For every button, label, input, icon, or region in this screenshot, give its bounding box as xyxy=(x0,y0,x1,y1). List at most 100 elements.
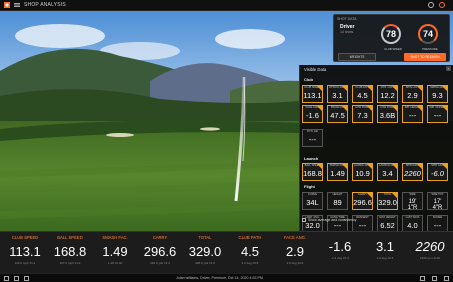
metric-value: 1.49 xyxy=(102,244,128,259)
checkbox-icon[interactable] xyxy=(302,218,306,223)
metric-value: 4.5 xyxy=(240,244,260,259)
metric-value: 3.1 xyxy=(375,239,395,254)
data-tile[interactable]: IMP. HEIGHT --- xyxy=(402,105,423,123)
data-tile[interactable]: IMP. OFFSET --- xyxy=(427,105,448,123)
metric-value: 2.9 xyxy=(285,244,305,259)
metric-label: SMASH FAC. xyxy=(102,235,128,240)
bottom-metric[interactable]: 2260 2400 rpm ±120 xyxy=(409,235,451,271)
data-tile[interactable]: CLUB SPEED 113.1 xyxy=(302,85,323,103)
tile-corner-marker xyxy=(342,106,347,111)
tile-value: 17' 4"R xyxy=(432,199,443,210)
camera-icon[interactable] xyxy=(14,276,19,281)
metric-stats: 1.48 ±0.02 xyxy=(107,261,123,265)
data-tile[interactable]: CLUB PATH 4.5 xyxy=(352,85,373,103)
bottom-metric[interactable]: BALL SPEED 168.8 167.0 mph ±1.4 xyxy=(49,235,91,271)
tile-corner-marker xyxy=(417,164,422,169)
data-tile[interactable]: LOW POINT 3.6B xyxy=(377,105,398,123)
bottom-metric[interactable]: CARRY 296.6 294.0 yds ±3.4 xyxy=(139,235,181,271)
tile-value: 1.49 xyxy=(330,169,345,178)
data-tile[interactable]: ATTACK ANG. 3.1 xyxy=(327,85,348,103)
tile-corner-marker xyxy=(317,164,322,169)
data-tile[interactable]: FACE ANG. -1.6 xyxy=(302,105,323,123)
tile-value: 4.5 xyxy=(357,91,368,100)
data-tile[interactable]: CARRY 296.6 xyxy=(352,192,373,210)
section-flight: Flight xyxy=(304,184,315,189)
data-tile[interactable]: HEIGHT 89 xyxy=(327,192,348,210)
tile-value: --- xyxy=(308,135,317,144)
fullscreen-icon[interactable] xyxy=(420,276,425,281)
tile-label: HEIGHT xyxy=(332,193,343,196)
menu-icon[interactable] xyxy=(14,2,20,8)
section-launch: Launch xyxy=(304,156,319,161)
data-tile[interactable]: BALL SPEED 168.8 xyxy=(302,163,323,181)
data-tile[interactable]: LOW POINT 7.3 xyxy=(352,105,373,123)
metric-stats: 113.0 mph ±1.2 xyxy=(14,261,36,265)
tile-corner-marker xyxy=(342,164,347,169)
bottom-metric[interactable]: TOTAL 329.0 328.0 yds ±4.8 xyxy=(184,235,226,271)
tile-corner-marker xyxy=(442,86,447,91)
average-consistency-checkbox[interactable]: Show average and consistency xyxy=(302,218,357,223)
data-tile[interactable]: SIDE TOT. 17' 4"R xyxy=(427,192,448,210)
bottom-metric[interactable]: 3.1 3.0 deg ±0.5 xyxy=(364,235,406,271)
summary-label: SHOT DATA xyxy=(337,17,357,21)
tile-corner-marker xyxy=(442,164,447,169)
tile-value: 32.0 xyxy=(305,221,320,230)
metric-label: FACE ANG. xyxy=(283,235,307,240)
tile-corner-marker xyxy=(392,164,397,169)
panel-title: Visible Data xyxy=(304,67,327,72)
data-tile[interactable]: CURVE 34L xyxy=(302,192,323,210)
data-tile[interactable]: LAUNCH ANG. 10.9 xyxy=(352,163,373,181)
data-tile[interactable]: SPIN AXIS -6.0 xyxy=(427,163,448,181)
metric-stats: 328.0 yds ±4.8 xyxy=(195,261,215,265)
metric-value: 296.6 xyxy=(143,244,177,259)
shot-to-session-button[interactable]: SHOT TO SESSION xyxy=(404,53,446,61)
app-logo-icon xyxy=(4,2,10,8)
bottom-metric[interactable]: CLUB SPEED 113.1 113.0 mph ±1.2 xyxy=(4,235,46,271)
data-tile[interactable]: SPIN LOFT 2.9 xyxy=(402,85,423,103)
user-icon[interactable] xyxy=(428,2,434,8)
bottom-metric[interactable]: CLUB PATH 4.5 4.2 deg ±0.8 xyxy=(229,235,271,271)
tile-value: --- xyxy=(333,221,342,230)
tile-value: 168.8 xyxy=(303,169,322,178)
bottom-metric[interactable]: SMASH FAC. 1.49 1.48 ±0.02 xyxy=(94,235,136,271)
data-tile[interactable]: DYN. LIE --- xyxy=(302,129,323,147)
bottom-metric[interactable]: -1.6 -1.4 deg ±0.4 xyxy=(319,235,361,271)
tile-corner-marker xyxy=(392,86,397,91)
metric-value: 329.0 xyxy=(188,244,222,259)
window-controls xyxy=(428,2,445,8)
metric-label: TOTAL xyxy=(198,235,212,240)
record-icon[interactable] xyxy=(439,2,445,8)
tile-value: 47.5 xyxy=(330,111,345,120)
data-tile[interactable]: SMASH FAC. 1.49 xyxy=(327,163,348,181)
close-icon[interactable]: × xyxy=(446,66,451,71)
data-tile[interactable]: SWING PL. 47.5 xyxy=(327,105,348,123)
tile-corner-marker xyxy=(417,86,422,91)
metric-stats: 167.0 mph ±1.4 xyxy=(59,261,81,265)
weights-button[interactable]: WEIGHTS xyxy=(338,53,376,61)
metric-value: 2260 xyxy=(415,239,445,254)
data-tile[interactable]: TOTAL 329.0 xyxy=(377,192,398,210)
data-tile[interactable]: SPIN RATE 2260 xyxy=(402,163,423,181)
data-tile[interactable]: LAUNCH DIR. 3.4 xyxy=(377,163,398,181)
metric-stats: -1.4 deg ±0.4 xyxy=(331,256,349,260)
bottom-data-bar: CLUB SPEED 113.1 113.0 mph ±1.2 BALL SPEED 1… xyxy=(0,231,453,273)
tile-value: 3.1 xyxy=(332,91,343,100)
gauge-value: 78 xyxy=(385,29,396,39)
tile-label: DYN. LIE xyxy=(307,130,318,133)
tile-value: 3.6B xyxy=(379,111,396,120)
bottom-metric[interactable]: FACE ANG. 2.9 2.8 deg ±0.6 xyxy=(274,235,316,271)
grid-icon[interactable] xyxy=(24,276,29,281)
tile-corner-marker xyxy=(367,164,372,169)
metric-stats: 4.2 deg ±0.8 xyxy=(241,261,259,265)
share-icon[interactable] xyxy=(432,276,437,281)
tile-label: SIDE xyxy=(409,193,416,196)
tile-value: 89 xyxy=(333,198,342,207)
data-tile[interactable]: DYN. LOFT 12.2 xyxy=(377,85,398,103)
club-speed-gauge: 78 CLUB SPEED xyxy=(381,24,402,51)
settings-icon[interactable] xyxy=(4,276,9,281)
data-tile[interactable]: SIDE 19' 1"R xyxy=(402,192,423,210)
checkbox-label: Show average and consistency xyxy=(308,218,357,222)
tile-label: CURVE xyxy=(307,193,318,196)
help-icon[interactable] xyxy=(444,276,449,281)
data-tile[interactable]: SWING DIR. 9.3 xyxy=(427,85,448,103)
